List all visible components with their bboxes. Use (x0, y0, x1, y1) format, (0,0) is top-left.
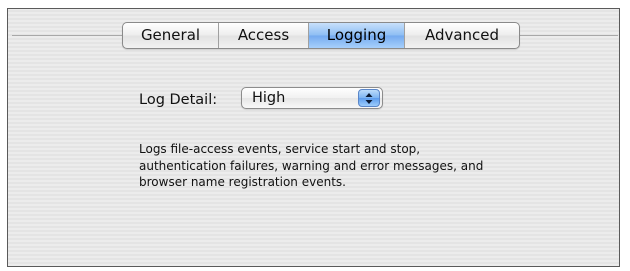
tab-access[interactable]: Access (219, 23, 309, 48)
log-detail-value: High (252, 90, 286, 106)
tab-divider-right (518, 35, 618, 36)
up-down-arrows-icon (358, 89, 380, 107)
tab-divider-left (12, 35, 122, 36)
tab-logging[interactable]: Logging (309, 23, 405, 48)
tab-advanced[interactable]: Advanced (405, 23, 519, 48)
log-detail-select[interactable]: High (241, 87, 383, 109)
log-detail-label: Log Detail: (139, 92, 218, 108)
tab-bar: General Access Logging Advanced (122, 22, 520, 49)
logging-description: Logs file-access events, service start a… (139, 142, 484, 189)
tab-general[interactable]: General (123, 23, 219, 48)
